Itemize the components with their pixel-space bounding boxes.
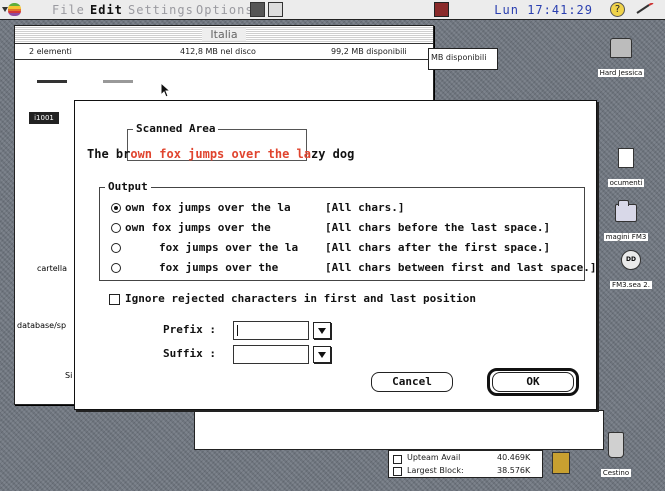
side-label: cartella [37, 264, 67, 273]
output-dialog: Scanned Area The brown fox jumps over th… [74, 100, 597, 410]
option-text-3: fox jumps over the la [159, 241, 299, 254]
app-icon[interactable] [552, 452, 570, 474]
output-label: Output [105, 180, 151, 193]
option-desc-3: [All chars after the first space.] [325, 241, 551, 254]
option-desc-2: [All chars before the last space.] [325, 221, 551, 234]
memory-value: 40.469K [497, 453, 531, 462]
disk-icon [610, 38, 632, 58]
option-radio-3[interactable] [111, 243, 121, 253]
prefix-field[interactable] [233, 321, 309, 340]
memory-window [194, 410, 604, 450]
menu-clock[interactable]: Lun 17:41:29 [494, 3, 593, 17]
file-tile[interactable]: i1001 [29, 112, 59, 124]
trash-icon[interactable]: Cestino [594, 432, 638, 479]
archive-icon: DD [621, 250, 641, 270]
items-count: 2 elementi [29, 47, 72, 56]
finder-title-bar[interactable]: Italia [15, 26, 433, 44]
option-desc-4: [All chars between first and last space.… [325, 261, 597, 274]
option-desc-1: [All chars.] [325, 201, 405, 214]
finder-title: Italia [202, 28, 246, 41]
hard-disk-icon[interactable]: Hard Jessica [586, 38, 656, 79]
option-radio-2[interactable] [111, 223, 121, 233]
app-menu-icon[interactable] [250, 2, 265, 17]
cursor-arrow-icon [160, 82, 172, 98]
suffix-popup-button[interactable] [313, 346, 331, 363]
prefix-popup-button[interactable] [313, 322, 331, 339]
desktop-icon-label: magini FM3 [603, 233, 649, 241]
option-text-4: fox jumps over the [159, 261, 279, 274]
memory-panel: Upteam Avail 40.469K Largest Block: 38.5… [388, 450, 543, 478]
script-menu-icon[interactable] [268, 2, 283, 17]
scanned-sample-text: The brown fox jumps over the lazy dog [87, 147, 354, 161]
memory-label: Upteam Avail [407, 453, 461, 462]
folder-icon [615, 200, 637, 222]
suffix-label: Suffix : [163, 347, 216, 360]
menu-edit[interactable]: Edit [90, 3, 123, 17]
desktop-icon-label: Hard Jessica [597, 69, 645, 77]
ignore-rejected-checkbox[interactable] [109, 294, 120, 305]
sample-highlight: own fox jumps over the la [130, 147, 311, 161]
menu-settings[interactable]: Settings [128, 3, 194, 17]
side-label: database/sp [17, 321, 67, 330]
record-icon[interactable] [434, 2, 449, 17]
scanned-area-label: Scanned Area [133, 122, 219, 135]
desktop-icon-label: FM3.sea 2. [610, 281, 652, 289]
ok-button[interactable]: OK [492, 372, 574, 392]
menu-options[interactable]: Options [196, 3, 254, 17]
apple-menu-icon[interactable] [8, 3, 21, 16]
desktop-icon-label: ocumenti [607, 179, 645, 187]
trash-can-icon [608, 432, 624, 458]
toolbar-line [37, 80, 67, 83]
menu-bar: File Edit Settings Options Lun 17:41:29 … [0, 0, 665, 20]
sea-archive-icon[interactable]: DD FM3.sea 2. [600, 250, 662, 291]
finder-info-bar: 2 elementi 412,8 MB nel disco 99,2 MB di… [15, 44, 433, 60]
option-text-2: own fox jumps over the [125, 221, 271, 234]
help-icon[interactable]: ? [610, 2, 625, 17]
sample-prefix: The br [87, 147, 131, 161]
side-label: Si [65, 371, 73, 380]
option-radio-1[interactable] [111, 203, 121, 213]
toolbar-line [103, 80, 133, 83]
sample-suffix: zy dog [310, 147, 355, 161]
documents-folder-icon[interactable]: ocumenti [596, 148, 656, 189]
largest-block-label: Largest Block: [407, 466, 464, 475]
desktop-icon-label: Cestino [600, 469, 632, 477]
prefix-label: Prefix : [163, 323, 216, 336]
disk-available: 99,2 MB disponibili [331, 47, 407, 56]
document-icon [618, 148, 634, 168]
pen-icon[interactable] [635, 3, 655, 15]
finder-window-2[interactable]: MB disponibili [428, 48, 498, 70]
largest-block-value: 38.576K [497, 466, 531, 475]
disk-available-2: MB disponibili [431, 53, 487, 62]
images-folder-icon[interactable]: magini FM3 [596, 200, 656, 243]
menu-file[interactable]: File [52, 3, 85, 17]
ignore-rejected-label: Ignore rejected characters in first and … [125, 292, 476, 305]
cancel-button[interactable]: Cancel [371, 372, 453, 392]
memory-icon [393, 467, 402, 476]
option-text-1: own fox jumps over the la [125, 201, 291, 214]
memory-icon [393, 455, 402, 464]
suffix-field[interactable] [233, 345, 309, 364]
option-radio-4[interactable] [111, 263, 121, 273]
disk-used: 412,8 MB nel disco [180, 47, 256, 56]
text-cursor [237, 325, 238, 336]
